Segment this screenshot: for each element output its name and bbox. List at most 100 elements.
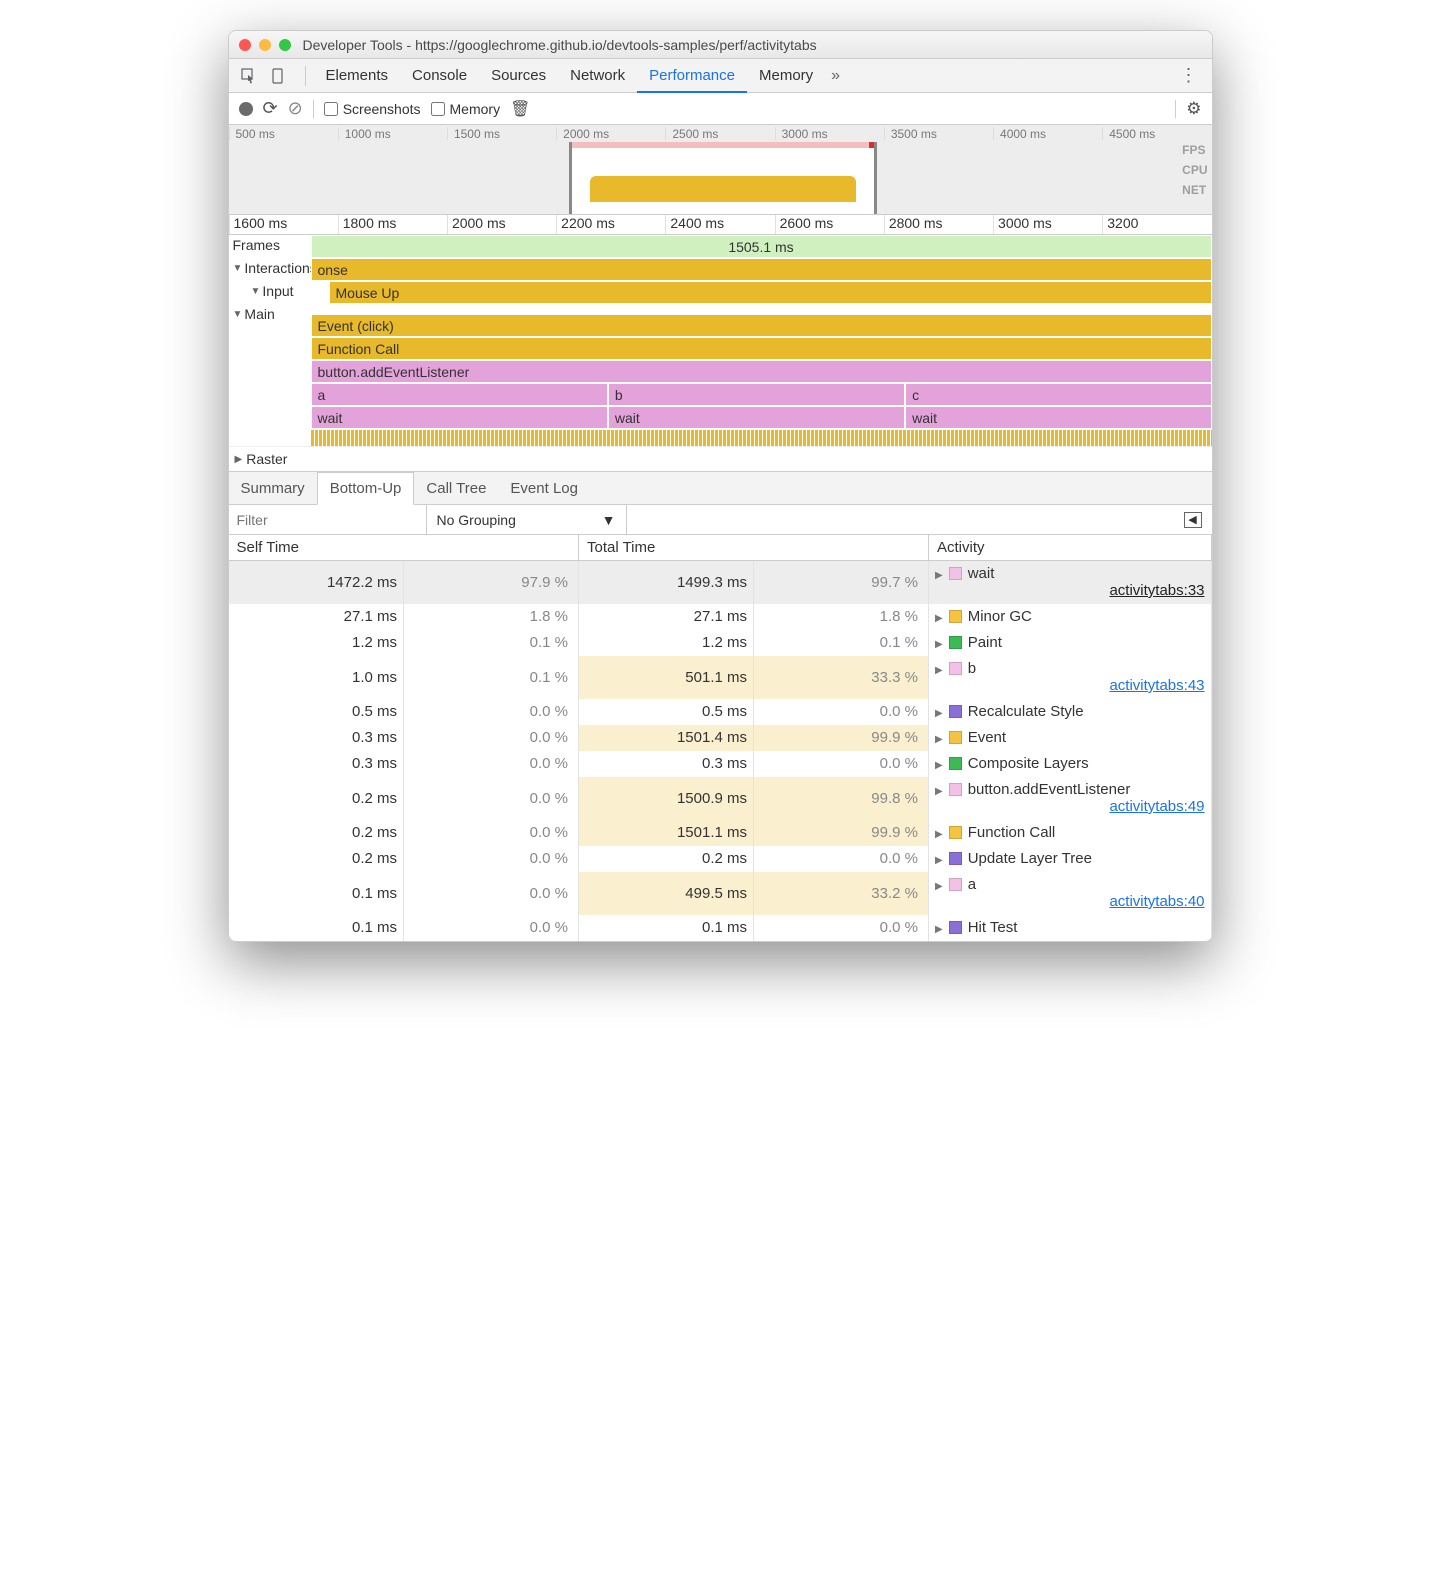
tabs-overflow-button[interactable]: » bbox=[831, 67, 840, 85]
record-button[interactable] bbox=[239, 102, 253, 116]
filter-row: No Grouping▼ ◀ bbox=[229, 505, 1212, 535]
expand-icon[interactable] bbox=[935, 634, 943, 651]
source-link[interactable]: activitytabs:49 bbox=[1109, 798, 1204, 815]
interaction-bar[interactable]: onse bbox=[311, 258, 1212, 281]
gc-button[interactable]: 🗑 bbox=[510, 99, 530, 119]
source-link[interactable]: activitytabs:43 bbox=[1109, 677, 1204, 694]
activity-name: Composite Layers bbox=[968, 755, 1089, 772]
screenshots-checkbox[interactable]: Screenshots bbox=[324, 101, 421, 117]
expand-icon[interactable] bbox=[935, 919, 943, 936]
expand-icon[interactable] bbox=[935, 850, 943, 867]
col-self-time[interactable]: Self Time bbox=[229, 535, 579, 561]
memory-checkbox[interactable]: Memory bbox=[431, 101, 501, 117]
flame-chart[interactable]: Frames 1505.1 ms ▼Interactions onse ▼Inp… bbox=[229, 235, 1212, 471]
title-bar: Developer Tools - https://googlechrome.g… bbox=[229, 31, 1212, 59]
source-link[interactable]: activitytabs:33 bbox=[1109, 582, 1204, 599]
flame-wait-3[interactable]: wait bbox=[905, 406, 1211, 429]
ruler-tick: 3000 ms bbox=[993, 215, 1102, 234]
table-row[interactable]: 0.2 ms0.0 %1500.9 ms99.8 %button.addEven… bbox=[229, 777, 1212, 820]
activity-swatch bbox=[949, 610, 962, 623]
expand-icon[interactable] bbox=[935, 703, 943, 720]
device-toolbar-icon[interactable] bbox=[267, 64, 291, 88]
col-activity[interactable]: Activity bbox=[929, 535, 1212, 561]
tab-elements[interactable]: Elements bbox=[314, 59, 401, 93]
flame-a[interactable]: a bbox=[311, 383, 608, 406]
table-row[interactable]: 27.1 ms1.8 %27.1 ms1.8 %Minor GC bbox=[229, 604, 1212, 630]
source-link[interactable]: activitytabs:40 bbox=[1109, 893, 1204, 910]
table-row[interactable]: 0.1 ms0.0 %499.5 ms33.2 %aactivitytabs:4… bbox=[229, 872, 1212, 915]
detail-tab-call-tree[interactable]: Call Tree bbox=[414, 472, 498, 504]
table-row[interactable]: 1.0 ms0.1 %501.1 ms33.3 %bactivitytabs:4… bbox=[229, 656, 1212, 699]
minimize-window-button[interactable] bbox=[259, 39, 271, 51]
flame-listener[interactable]: button.addEventListener bbox=[311, 360, 1212, 383]
detail-tab-summary[interactable]: Summary bbox=[229, 472, 317, 504]
frame-bar[interactable]: 1505.1 ms bbox=[311, 235, 1212, 258]
more-options-icon[interactable]: ⋮ bbox=[1174, 65, 1204, 86]
flame-event-click[interactable]: Event (click) bbox=[311, 314, 1212, 337]
table-row[interactable]: 0.3 ms0.0 %1501.4 ms99.9 %Event bbox=[229, 725, 1212, 751]
ruler-tick: 2200 ms bbox=[556, 215, 665, 234]
input-track-label[interactable]: ▼Input bbox=[247, 281, 329, 301]
tab-console[interactable]: Console bbox=[400, 59, 479, 93]
ruler-tick: 2600 ms bbox=[775, 215, 884, 234]
detail-tab-event-log[interactable]: Event Log bbox=[498, 472, 590, 504]
ruler-tick: 1800 ms bbox=[338, 215, 447, 234]
maximize-window-button[interactable] bbox=[279, 39, 291, 51]
table-row[interactable]: 0.1 ms0.0 %0.1 ms0.0 %Hit Test bbox=[229, 915, 1212, 941]
activity-name: Minor GC bbox=[968, 608, 1032, 625]
tab-performance[interactable]: Performance bbox=[637, 59, 747, 93]
reload-record-button[interactable]: ⟳ bbox=[263, 98, 278, 119]
main-track-label[interactable]: ▼Main bbox=[229, 304, 311, 324]
settings-icon[interactable]: ⚙ bbox=[1186, 99, 1201, 119]
expand-icon[interactable] bbox=[935, 781, 943, 798]
col-total-time[interactable]: Total Time bbox=[579, 535, 929, 561]
flame-b[interactable]: b bbox=[608, 383, 905, 406]
show-heaviest-stack-icon[interactable]: ◀ bbox=[1184, 512, 1202, 528]
overview-selection[interactable] bbox=[569, 142, 877, 214]
overview-tick: 4000 ms bbox=[993, 127, 1102, 140]
interactions-track-label[interactable]: ▼Interactions bbox=[229, 258, 311, 278]
input-bar[interactable]: Mouse Up bbox=[329, 281, 1212, 304]
tab-network[interactable]: Network bbox=[558, 59, 637, 93]
clear-button[interactable]: ⊘ bbox=[288, 98, 303, 119]
detail-tab-bottom-up[interactable]: Bottom-Up bbox=[317, 472, 415, 505]
flame-wait-2[interactable]: wait bbox=[608, 406, 905, 429]
timeline-ruler[interactable]: 1600 ms1800 ms2000 ms2200 ms2400 ms2600 … bbox=[229, 215, 1212, 235]
expand-icon[interactable] bbox=[935, 660, 943, 677]
window-title: Developer Tools - https://googlechrome.g… bbox=[303, 37, 817, 53]
table-row[interactable]: 1.2 ms0.1 %1.2 ms0.1 %Paint bbox=[229, 630, 1212, 656]
raster-expand-icon[interactable]: ▶ bbox=[235, 454, 243, 465]
raster-track-label[interactable]: Raster bbox=[246, 451, 287, 467]
expand-icon[interactable] bbox=[935, 824, 943, 841]
close-window-button[interactable] bbox=[239, 39, 251, 51]
chevron-down-icon: ▼ bbox=[602, 512, 616, 528]
overview-timeline[interactable]: 500 ms1000 ms1500 ms2000 ms2500 ms3000 m… bbox=[229, 125, 1212, 215]
inspect-element-icon[interactable] bbox=[237, 64, 261, 88]
grouping-dropdown[interactable]: No Grouping▼ bbox=[427, 505, 627, 534]
activity-name: button.addEventListener bbox=[968, 781, 1131, 798]
overview-tick: 2000 ms bbox=[556, 127, 665, 140]
flame-microtasks[interactable] bbox=[311, 430, 1212, 446]
tab-memory[interactable]: Memory bbox=[747, 59, 825, 93]
main-tabs: ElementsConsoleSourcesNetworkPerformance… bbox=[229, 59, 1212, 93]
activity-name: Hit Test bbox=[968, 919, 1018, 936]
detail-tabs: SummaryBottom-UpCall TreeEvent Log bbox=[229, 471, 1212, 505]
table-row[interactable]: 0.5 ms0.0 %0.5 ms0.0 %Recalculate Style bbox=[229, 699, 1212, 725]
table-row[interactable]: 0.2 ms0.0 %0.2 ms0.0 %Update Layer Tree bbox=[229, 846, 1212, 872]
table-row[interactable]: 1472.2 ms97.9 %1499.3 ms99.7 %waitactivi… bbox=[229, 561, 1212, 604]
table-row[interactable]: 0.3 ms0.0 %0.3 ms0.0 %Composite Layers bbox=[229, 751, 1212, 777]
activity-swatch bbox=[949, 662, 962, 675]
flame-c[interactable]: c bbox=[905, 383, 1211, 406]
frames-track-label[interactable]: Frames bbox=[229, 235, 311, 255]
expand-icon[interactable] bbox=[935, 755, 943, 772]
filter-input[interactable] bbox=[229, 505, 427, 534]
flame-wait-1[interactable]: wait bbox=[311, 406, 608, 429]
expand-icon[interactable] bbox=[935, 729, 943, 746]
table-row[interactable]: 0.2 ms0.0 %1501.1 ms99.9 %Function Call bbox=[229, 820, 1212, 846]
flame-function-call[interactable]: Function Call bbox=[311, 337, 1212, 360]
ruler-tick: 2800 ms bbox=[884, 215, 993, 234]
expand-icon[interactable] bbox=[935, 565, 943, 582]
expand-icon[interactable] bbox=[935, 608, 943, 625]
expand-icon[interactable] bbox=[935, 876, 943, 893]
tab-sources[interactable]: Sources bbox=[479, 59, 558, 93]
